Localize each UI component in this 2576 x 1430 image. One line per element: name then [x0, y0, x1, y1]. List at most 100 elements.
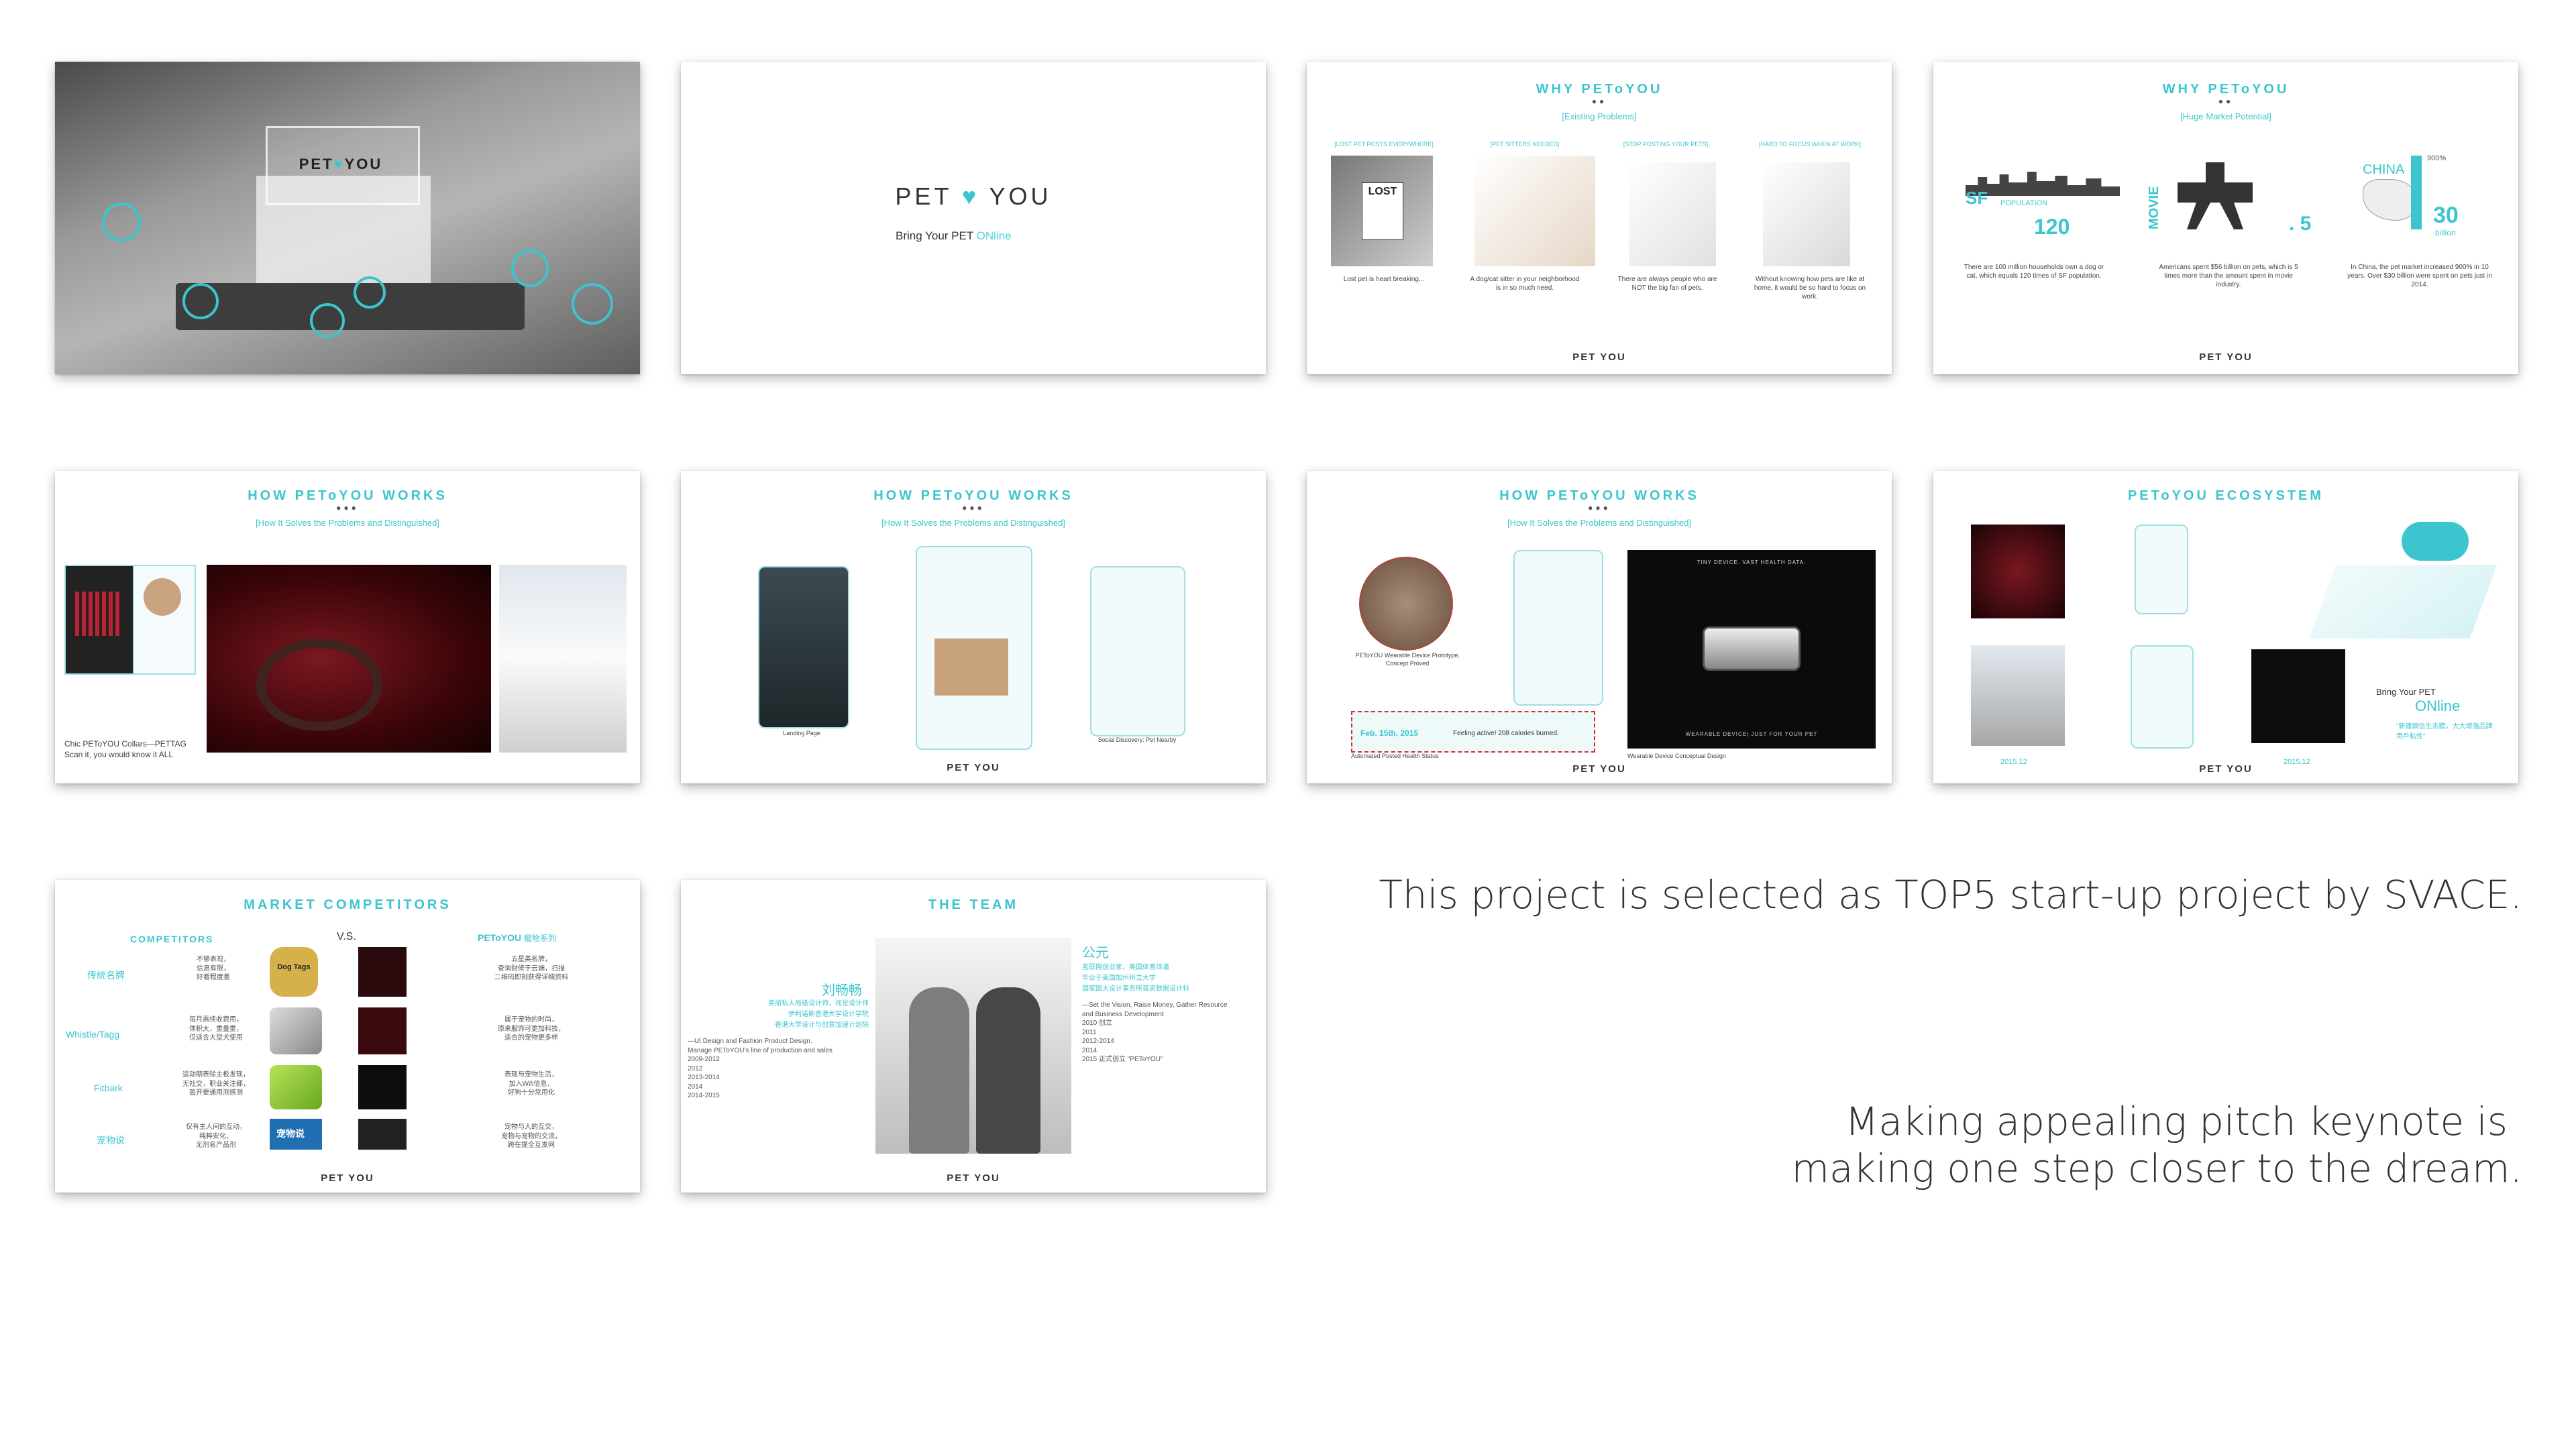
slide-title: MARKET COMPETITORS [244, 897, 451, 912]
heart-icon: ♥ [961, 182, 980, 210]
slide-how-works-2[interactable]: HOW PEToYOU WORKS ●●● [How It Solves the… [681, 471, 1266, 783]
competitor-desc: 不够表现， 信息有限， 好看程度差 [197, 956, 230, 981]
slide-why-market[interactable]: WHY PEToYOU ●● [Huge Market Potential] S… [1933, 62, 2518, 374]
slide-subtitle: [How It Solves the Problems and Distingu… [881, 518, 1065, 528]
slide-subtitle: [Existing Problems] [1562, 111, 1637, 121]
problem-caption: A dog/cat sitter in your neighborhood is… [1470, 276, 1580, 292]
slide-how-works-1[interactable]: HOW PEToYOU WORKS ●●● [How It Solves the… [55, 471, 640, 783]
screen-image [934, 639, 1008, 696]
dog-cat-photo [1474, 156, 1595, 266]
hero-logo: PET♥YOU [299, 156, 383, 172]
bio-cv: —Set the Vision, Raise Money, Gather Res… [1082, 1001, 1228, 1063]
proto-caption: PEToYOU Wearable Device Prototype, Conce… [1355, 652, 1460, 667]
slide-title: HOW PEToYOU WORKS [1499, 488, 1699, 503]
sf-label: SF [1966, 188, 1988, 208]
dog-tag-label: Dog Tags [277, 963, 311, 971]
bio-line: 毕业于美国加州州立大学 [1082, 975, 1156, 982]
footer-logo: PET YOU [2199, 351, 2253, 363]
petoyou-image [358, 1065, 407, 1109]
slide-title: WHY PEToYOU [1536, 82, 1663, 97]
lost-sign: LOST [1362, 182, 1403, 240]
petoyou-image [358, 947, 407, 997]
device-caption: Wearable Device Conceptual Design [1627, 753, 1726, 759]
footer-logo: PET YOU [321, 1172, 374, 1184]
avatar [144, 578, 181, 616]
stat-5: . 5 [2289, 213, 2312, 235]
problem-caption: Lost pet is heart breaking... [1343, 276, 1425, 283]
slide-title: WHY PEToYOU [2162, 82, 2290, 97]
bio-cv: —UI Design and Fashion Product Design. M… [688, 1038, 833, 1099]
member-name: 公元 [1082, 946, 1109, 960]
app-screen [2135, 525, 2188, 614]
slide-market-competitors[interactable]: MARKET COMPETITORS COMPETITORS V.S. PETo… [55, 880, 640, 1193]
slide-logo[interactable]: PET ♥ YOU Bring Your PET ONline [681, 62, 1266, 374]
main-logo: PET ♥ YOU [895, 182, 1052, 210]
team-photo [875, 938, 1071, 1154]
status-date: Feb. 15th, 2015 [1360, 728, 1419, 738]
problem-header: [PET SITTERS NEEDED] [1490, 141, 1560, 148]
competitor-name: 宠物说 [97, 1135, 125, 1146]
collar-shape [256, 639, 382, 731]
screen-caption: Landing Page [783, 730, 820, 736]
map-grid [2308, 565, 2498, 639]
stat-caption: Americans spent $56 billion on pets, whi… [2159, 264, 2298, 288]
slide-title: HOW PEToYOU WORKS [248, 488, 447, 503]
device-tagline: TINY DEVICE. VAST HEALTH DATA. [1697, 559, 1807, 565]
cloud-icon [2402, 522, 2469, 561]
problem-caption: There are always people who are NOT the … [1617, 276, 1717, 292]
tagline: Bring Your PET ONline [896, 229, 1012, 242]
stat-caption: There are 100 million households own a d… [1964, 264, 2104, 280]
bio-line: 国家国大设计事务所首席数据设计科 [1082, 985, 1189, 993]
dots: ●●● [962, 503, 985, 512]
china-map [2363, 179, 2418, 221]
slide-subtitle: [Huge Market Potential] [2180, 111, 2271, 121]
pct-label: 900% [2427, 154, 2447, 162]
screen-caption: Social Discovery: Pet Nearby [1097, 736, 1177, 743]
wifi-icon [572, 283, 613, 325]
petoyou-desc: 五星类名牌， 查询财修于云端，扫描 二维码即刻获得详细资料 [494, 956, 568, 981]
growth-bar [2411, 156, 2422, 229]
woman-photo [1763, 162, 1850, 266]
slide-why-problems[interactable]: WHY PEToYOU ●● [Existing Problems] [LOST… [1307, 62, 1892, 374]
device-photo [2251, 649, 2345, 743]
competitors-head: COMPETITORS [130, 934, 214, 944]
feed-screen [1513, 550, 1603, 706]
footer-logo: PET YOU [1572, 763, 1626, 775]
problem-header: [LOST PET POSTS EVERYWHERE] [1334, 141, 1434, 148]
petoyou-desc: 表现与宠物生活， 加入Wifi信息， 好狗十分常用化 [504, 1071, 558, 1097]
app-screen-2 [2131, 645, 2194, 749]
device-shape [1703, 626, 1801, 671]
slide-hero[interactable]: PET♥YOU [55, 62, 640, 374]
film-camera-icon [2178, 162, 2253, 229]
skyline-graphic [1966, 172, 2120, 196]
collar-caption: Chic PEToYOU Collars—PETTAG Scan it, you… [64, 739, 186, 759]
dog-photo [1971, 645, 2065, 746]
slide-team[interactable]: THE TEAM 刘畅畅 公元 美丽私人局级设计师，视觉设计师 伊利诺斯香港大学… [681, 880, 1266, 1193]
petoyou-image [358, 1119, 407, 1150]
closing-line-1: Making appealing pitch keynote is [1845, 1099, 2508, 1144]
slide-title: THE TEAM [928, 897, 1019, 912]
app-badge-label: 宠物说 [276, 1128, 305, 1139]
status-text: Feeling active! 208 calories burned. [1453, 730, 1559, 737]
billion-label: billion [2435, 228, 2456, 237]
person-2 [976, 987, 1040, 1154]
landing-screen [758, 566, 849, 728]
slide-ecosystem[interactable]: PEToYOU ECOSYSTEM Bring Your PET ONline … [1933, 471, 2518, 783]
top5-statement: This project is selected as TOP5 start-u… [1379, 872, 2522, 918]
qr-code-icon [75, 592, 119, 636]
dog-tag-image [270, 947, 318, 997]
population-label: POPULATION [2000, 199, 2048, 207]
member-name: 刘畅畅 [822, 983, 862, 998]
petoyou-head: PEToYOU 寵物系列 [478, 932, 556, 943]
stat-caption: In China, the pet market increased 900% … [2347, 264, 2492, 288]
sled-dogs-photo [499, 565, 627, 753]
dots: ●●● [336, 503, 359, 512]
bio-line: 伊利诺斯香港大学设计学院 [788, 1011, 869, 1018]
bio-line: 香港大学设计与创意加速计划院 [775, 1022, 869, 1029]
competitor-desc: 运动期表除主板发现， 无社交，职业关注都， 盈开要通用测感测 [182, 1071, 250, 1097]
slide-how-works-3[interactable]: HOW PEToYOU WORKS ●●● [How It Solves the… [1307, 471, 1892, 783]
nearby-screen [1090, 566, 1185, 736]
footer-logo: PET YOU [947, 1172, 1000, 1184]
competitor-name: 传统名牌 [87, 970, 125, 981]
competitor-desc: 每月需续收费用， 体积大，重量重， 仅适合大型犬使用 [189, 1016, 243, 1042]
